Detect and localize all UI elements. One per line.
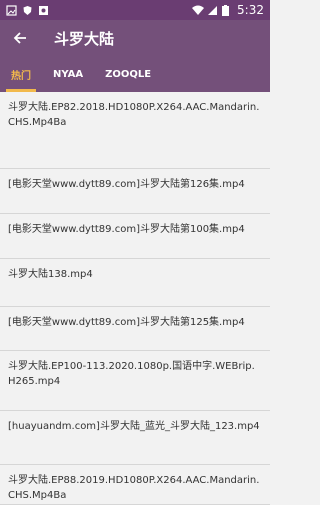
app-bar: 斗罗大陆 <box>0 20 270 56</box>
list-item[interactable]: 斗罗大陆.EP88.2019.HD1080P.X264.AAC.Mandarin… <box>0 465 270 505</box>
tab-hot[interactable]: 热门 <box>0 56 42 92</box>
list-item[interactable]: 斗罗大陆.EP82.2018.HD1080P.X264.AAC.Mandarin… <box>0 92 270 169</box>
status-bar: 5:32 <box>0 0 270 20</box>
list-item[interactable]: [huayuandm.com]斗罗大陆_蓝光_斗罗大陆_123.mp4 <box>0 411 270 465</box>
list-item[interactable]: 斗罗大陆.EP100-113.2020.1080p.国语中字.WEBrip.H2… <box>0 351 270 411</box>
status-time: 5:32 <box>237 3 264 17</box>
wifi-icon <box>192 5 205 16</box>
dot-notification-icon <box>38 5 49 16</box>
list-item[interactable]: [电影天堂www.dytt89.com]斗罗大陆第100集.mp4 <box>0 214 270 259</box>
tab-bar: 热门 NYAA ZOOQLE <box>0 56 270 92</box>
page-title: 斗罗大陆 <box>54 29 115 48</box>
tab-zooqle[interactable]: ZOOQLE <box>94 56 162 92</box>
tab-nyaa[interactable]: NYAA <box>42 56 94 92</box>
list-item[interactable]: 斗罗大陆138.mp4 <box>0 259 270 307</box>
image-notification-icon <box>6 4 17 16</box>
back-button[interactable] <box>0 20 40 56</box>
signal-icon <box>207 5 218 16</box>
list-item[interactable]: [电影天堂www.dytt89.com]斗罗大陆第126集.mp4 <box>0 169 270 214</box>
list-item[interactable]: [电影天堂www.dytt89.com]斗罗大陆第125集.mp4 <box>0 307 270 351</box>
battery-icon <box>222 4 233 16</box>
shield-notification-icon <box>22 5 33 16</box>
arrow-left-icon <box>13 32 26 44</box>
result-list: 斗罗大陆.EP82.2018.HD1080P.X264.AAC.Mandarin… <box>0 92 270 505</box>
